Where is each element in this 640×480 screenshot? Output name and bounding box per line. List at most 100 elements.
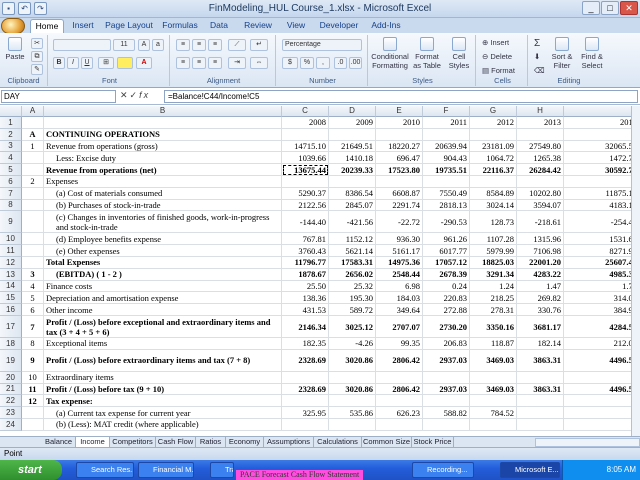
cell-value[interactable]: -290.53 — [423, 211, 470, 234]
cell-value[interactable] — [423, 371, 470, 384]
cell-value[interactable]: 2806.42 — [376, 349, 423, 372]
cell-value[interactable] — [282, 371, 329, 384]
cell-value[interactable]: 5621.14 — [329, 245, 376, 257]
cell-value[interactable]: 6017.77 — [423, 245, 470, 257]
cell-label[interactable]: (e) Other expenses — [44, 245, 282, 257]
cell-value[interactable] — [470, 395, 517, 408]
cell-value[interactable]: 6608.87 — [376, 187, 423, 200]
cell-serial[interactable] — [22, 164, 44, 176]
cell-value[interactable]: 23181.09 — [470, 140, 517, 153]
horizontal-scrollbar[interactable] — [535, 438, 640, 447]
cell-value[interactable]: 3594.07 — [517, 199, 564, 212]
copy-icon[interactable]: ⧉ — [31, 51, 43, 62]
cell-value[interactable] — [423, 419, 470, 431]
cell-label[interactable]: Total Expenses — [44, 257, 282, 269]
cell-serial[interactable]: 4 — [22, 280, 44, 293]
row-header[interactable]: 17 — [0, 316, 22, 338]
borders-icon[interactable]: ⊞ — [98, 57, 114, 69]
insert-cells-button[interactable]: ⊕ Insert — [482, 38, 509, 47]
cell-empty[interactable] — [564, 383, 640, 396]
cell-value[interactable]: 3469.03 — [470, 383, 517, 396]
cell-empty[interactable] — [564, 164, 640, 176]
italic-button[interactable]: I — [67, 57, 79, 69]
cell-value[interactable]: -421.56 — [329, 211, 376, 234]
decrease-decimal-icon[interactable]: .00 — [349, 57, 362, 69]
wrap-text-icon[interactable]: ↵ — [250, 39, 268, 51]
row-header[interactable]: 10 — [0, 233, 22, 246]
cell-value[interactable]: 195.30 — [329, 292, 376, 305]
cell-empty[interactable] — [564, 199, 640, 212]
cell-serial[interactable]: 2 — [22, 176, 44, 188]
cell-value[interactable]: 325.95 — [282, 407, 329, 419]
merge-center-icon[interactable]: ⇔ — [250, 57, 268, 69]
cell-value[interactable]: 3863.31 — [517, 349, 564, 372]
row-header[interactable]: 16 — [0, 304, 22, 316]
taskbar-item[interactable]: Search Res... — [76, 462, 134, 478]
cell-value[interactable] — [376, 371, 423, 384]
office-button[interactable] — [1, 18, 25, 34]
row-header[interactable]: 23 — [0, 407, 22, 419]
font-size-select[interactable]: 11 — [113, 39, 135, 51]
cell-empty[interactable] — [564, 371, 640, 384]
minimize-button[interactable]: _ — [582, 1, 600, 15]
cell-serial[interactable]: 6 — [22, 304, 44, 316]
cell-empty[interactable] — [564, 304, 640, 316]
cell-value[interactable]: 3024.14 — [470, 199, 517, 212]
cell-value[interactable] — [376, 176, 423, 188]
name-box[interactable]: DAY — [1, 90, 116, 103]
cell-value[interactable] — [282, 128, 329, 141]
start-button[interactable]: start — [0, 460, 62, 480]
column-header-d[interactable]: D — [329, 106, 376, 117]
cell-label[interactable]: (a) Current tax expense for current year — [44, 407, 282, 419]
cell-value[interactable]: 2291.74 — [376, 199, 423, 212]
cell-value[interactable]: 8386.54 — [329, 187, 376, 200]
cell-serial[interactable]: 10 — [22, 371, 44, 384]
cell-label[interactable]: (a) Cost of materials consumed — [44, 187, 282, 200]
cell-value[interactable]: 2548.44 — [376, 268, 423, 281]
cell-value[interactable]: 118.87 — [470, 338, 517, 350]
cell-serial[interactable] — [22, 233, 44, 246]
align-bottom-icon[interactable]: ≡ — [208, 39, 222, 51]
row-header[interactable]: 14 — [0, 280, 22, 293]
cut-icon[interactable]: ✂ — [31, 38, 43, 49]
cell-label[interactable]: Revenue from operations (net) — [44, 164, 282, 176]
cell-value[interactable]: 25.50 — [282, 280, 329, 293]
cell-value[interactable]: 6.98 — [376, 280, 423, 293]
cell-serial[interactable]: 12 — [22, 395, 44, 408]
cell-value[interactable]: -22.72 — [376, 211, 423, 234]
cell-value[interactable] — [423, 176, 470, 188]
cell-value[interactable]: 936.30 — [376, 233, 423, 246]
cell-value[interactable] — [470, 176, 517, 188]
currency-button[interactable]: $ — [282, 57, 298, 69]
cell-value[interactable]: 2328.69 — [282, 383, 329, 396]
cell-value[interactable]: 13675.44 — [282, 164, 329, 176]
cell-empty[interactable] — [564, 419, 640, 431]
cell-value[interactable]: 1878.67 — [282, 268, 329, 281]
tab-review[interactable]: Review — [242, 19, 274, 33]
select-all-corner[interactable] — [0, 106, 22, 117]
paste-button[interactable]: Paste — [2, 37, 28, 61]
taskbar-item[interactable]: Financial M... — [138, 462, 194, 478]
cell-value[interactable]: 696.47 — [376, 152, 423, 165]
cell-value[interactable] — [423, 395, 470, 408]
cell-value[interactable]: 10202.80 — [517, 187, 564, 200]
cell-value[interactable]: 588.82 — [423, 407, 470, 419]
cell-label[interactable]: Depreciation and amortisation expense — [44, 292, 282, 305]
vertical-scrollbar[interactable] — [631, 106, 640, 436]
autosum-button[interactable]: Σ — [534, 38, 540, 49]
cell-value[interactable]: 1.24 — [470, 280, 517, 293]
font-name-select[interactable] — [53, 39, 111, 51]
underline-button[interactable]: U — [81, 57, 93, 69]
cell-serial[interactable]: 1 — [22, 140, 44, 153]
cell-value[interactable]: 1152.12 — [329, 233, 376, 246]
cell-value[interactable]: 4283.22 — [517, 268, 564, 281]
cell-value[interactable]: 3863.31 — [517, 383, 564, 396]
cell-empty[interactable] — [564, 338, 640, 350]
format-cells-button[interactable]: ▤ Format — [482, 66, 515, 75]
cell-value[interactable] — [470, 419, 517, 431]
cell-label[interactable]: Less: Excise duty — [44, 152, 282, 165]
cell-value[interactable]: 17057.12 — [423, 257, 470, 269]
taskbar-item[interactable]: Microsoft E... — [500, 462, 560, 478]
sort-filter-button[interactable]: Sort & Filter — [548, 37, 576, 70]
cell-value[interactable]: 14715.10 — [282, 140, 329, 153]
